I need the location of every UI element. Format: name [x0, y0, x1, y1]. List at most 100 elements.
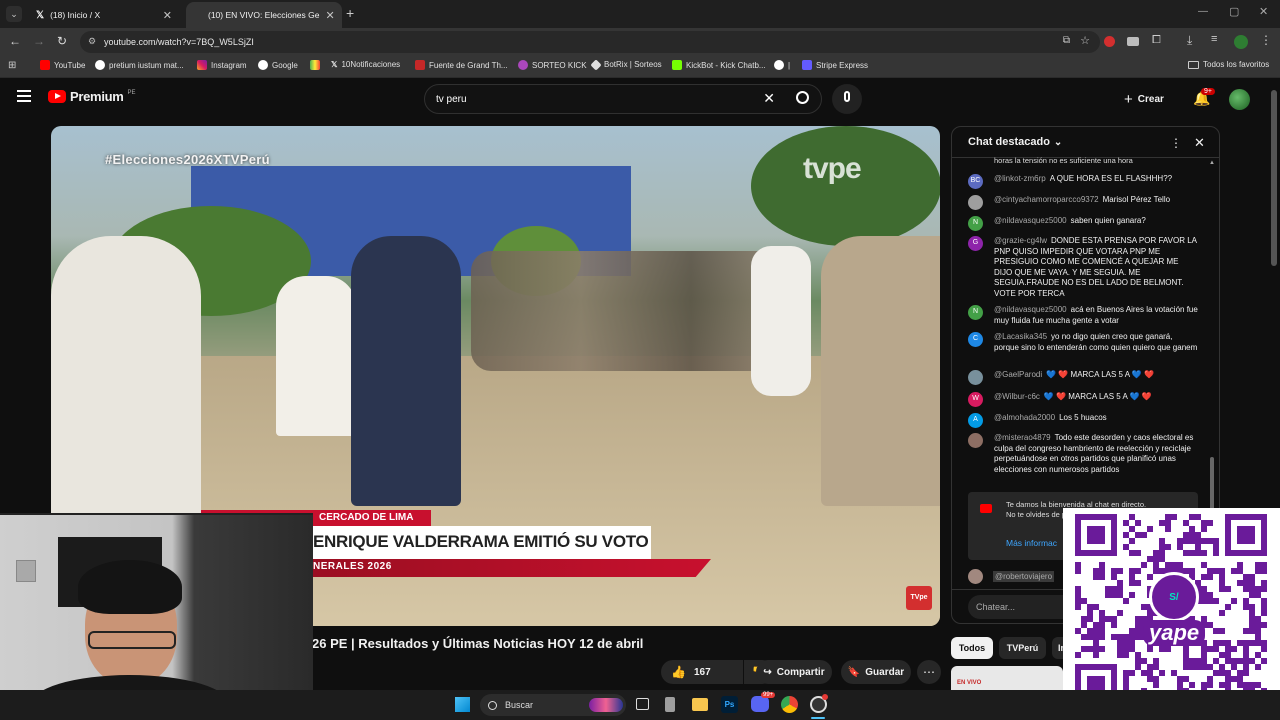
qr-module	[1237, 676, 1243, 682]
tab-inactive[interactable]: 𝕏 (18) Inicio / X ✕	[26, 2, 182, 28]
close-window-icon[interactable]: ✕	[1259, 5, 1268, 18]
share-button[interactable]: ↪ Compartir	[756, 660, 832, 684]
qr-module	[1159, 556, 1165, 562]
bookmark-stripe[interactable]: Stripe Express	[802, 60, 868, 70]
menu-kebab-icon[interactable]: ⋮	[1260, 33, 1272, 47]
qr-module	[1207, 646, 1213, 652]
more-actions-button[interactable]: ⋯	[917, 660, 941, 684]
qr-module	[1129, 634, 1135, 640]
install-icon[interactable]: ⧉	[1063, 35, 1070, 46]
qr-module	[1105, 592, 1111, 598]
download-icon[interactable]: ⤓	[1187, 33, 1192, 48]
minimize-icon[interactable]: —	[1198, 6, 1208, 17]
close-chat-icon[interactable]: ✕	[1194, 135, 1205, 151]
hamburger-menu-icon[interactable]	[17, 90, 31, 102]
new-tab-button[interactable]: +	[346, 5, 354, 21]
bookmark-youtube[interactable]: YouTube	[40, 60, 85, 70]
tab-active[interactable]: (10) EN VIVO: Elecciones Ge ✕	[186, 2, 342, 28]
filter-chip-tvperu[interactable]: TVPerú	[999, 637, 1046, 659]
profile-avatar[interactable]	[1234, 35, 1248, 49]
bookmark-star-icon[interactable]: ☆	[1080, 34, 1090, 47]
back-icon[interactable]: ←	[9, 34, 21, 48]
person-man-suit	[351, 236, 461, 506]
qr-module	[1093, 634, 1099, 640]
bookmark-kickbot[interactable]: KickBot - Kick Chatb...	[672, 60, 766, 70]
qr-module	[1243, 682, 1249, 688]
bookmark-fuente[interactable]: Fuente de Grand Th...	[415, 60, 508, 70]
avatar	[968, 433, 983, 448]
google-icon	[258, 60, 268, 70]
qr-module	[1249, 616, 1255, 622]
folder-icon	[1188, 60, 1199, 69]
bookmark-instagram[interactable]: Instagram	[197, 60, 247, 70]
botrix-icon	[590, 58, 602, 71]
taskbar-search[interactable]: Buscar	[480, 694, 626, 716]
tab-search-chevron-icon[interactable]: ⌄	[6, 6, 22, 22]
media-icon[interactable]: ≡	[1211, 33, 1217, 45]
apps-grid-icon[interactable]: ⊞	[8, 60, 16, 71]
extension-card-icon[interactable]	[1127, 37, 1139, 46]
reload-icon[interactable]: ↻	[57, 34, 67, 48]
clear-search-icon[interactable]: ✕	[763, 90, 775, 107]
close-tab-icon[interactable]: ✕	[163, 9, 172, 22]
qr-module	[1219, 580, 1225, 586]
qr-module	[1087, 610, 1093, 616]
forward-icon[interactable]: →	[33, 34, 45, 48]
qr-module	[1207, 592, 1213, 598]
bookmark-whatsapp[interactable]: |	[774, 60, 790, 70]
bookmark-sorteo-kick[interactable]: SORTEO KICK	[518, 60, 587, 70]
qr-module	[1123, 598, 1129, 604]
qr-module	[1153, 664, 1159, 670]
voice-search-button[interactable]	[832, 84, 862, 114]
bookmark-pretium[interactable]: pretium iustum mat...	[95, 60, 184, 70]
windows-start-icon[interactable]	[455, 697, 470, 712]
file-explorer-icon[interactable]	[692, 698, 708, 711]
qr-module	[1237, 670, 1243, 676]
qr-module	[1159, 538, 1165, 544]
account-avatar[interactable]	[1229, 89, 1250, 110]
discord-icon[interactable]	[751, 696, 769, 712]
qr-module	[1213, 544, 1219, 550]
site-info-icon[interactable]: ⚙	[88, 36, 96, 47]
bookmark-10notificaciones[interactable]: 𝕏 10Notificaciones	[331, 60, 400, 69]
save-button[interactable]: 🔖 Guardar	[841, 660, 911, 684]
task-view-icon[interactable]	[636, 698, 649, 710]
qr-module	[1189, 664, 1195, 670]
restore-icon[interactable]: ▢	[1229, 5, 1239, 18]
bookmark-google[interactable]: Google	[258, 60, 298, 70]
youtube-premium-logo[interactable]: Premium PE	[48, 89, 136, 104]
chrome-icon[interactable]	[781, 696, 798, 713]
create-button[interactable]: + Crear	[1124, 88, 1164, 110]
qr-module	[1081, 622, 1087, 628]
qr-module	[1207, 676, 1213, 682]
bookmark-colorful[interactable]	[310, 60, 324, 70]
close-tab-icon[interactable]: ✕	[326, 9, 335, 22]
qr-module	[1201, 550, 1207, 556]
search-icon[interactable]	[796, 91, 809, 104]
extensions-puzzle-icon[interactable]: ⧠	[1152, 34, 1161, 47]
scroll-up-arrow-icon[interactable]: ▲	[1209, 160, 1215, 166]
plus-icon: +	[1124, 90, 1133, 108]
filter-chip-todos[interactable]: Todos	[951, 637, 993, 659]
qr-module	[1243, 658, 1249, 664]
qr-module	[1261, 604, 1267, 610]
chat-menu-kebab-icon[interactable]: ⋮	[1170, 136, 1182, 150]
more-info-link[interactable]: Más informac	[1006, 538, 1057, 548]
extension-red-icon[interactable]	[1104, 36, 1115, 47]
bookmark-botrix[interactable]: BotRix | Sorteos	[590, 58, 662, 71]
photoshop-icon[interactable]: Ps	[721, 696, 738, 713]
qr-module	[1195, 550, 1201, 556]
qr-module	[1261, 646, 1267, 652]
qr-module	[1093, 646, 1099, 652]
qr-module	[1129, 640, 1135, 646]
thumbs-up-icon: 👍	[671, 665, 686, 679]
related-video-thumbnail[interactable]: EN VIVO	[951, 666, 1063, 690]
like-button[interactable]: 👍 167	[661, 660, 743, 684]
search-input[interactable]: tv peru ✕	[424, 84, 822, 114]
all-bookmarks[interactable]: Todos los favoritos	[1188, 60, 1269, 69]
chat-header[interactable]: Chat destacado ⌄	[968, 136, 1062, 148]
page-scrollbar[interactable]	[1271, 90, 1277, 266]
chat-scrollbar[interactable]	[1210, 457, 1214, 513]
app-icon-gray[interactable]	[665, 697, 675, 712]
address-input[interactable]: ⚙ youtube.com/watch?v=7BQ_W5LSjZI ⧉ ☆	[80, 31, 1100, 53]
